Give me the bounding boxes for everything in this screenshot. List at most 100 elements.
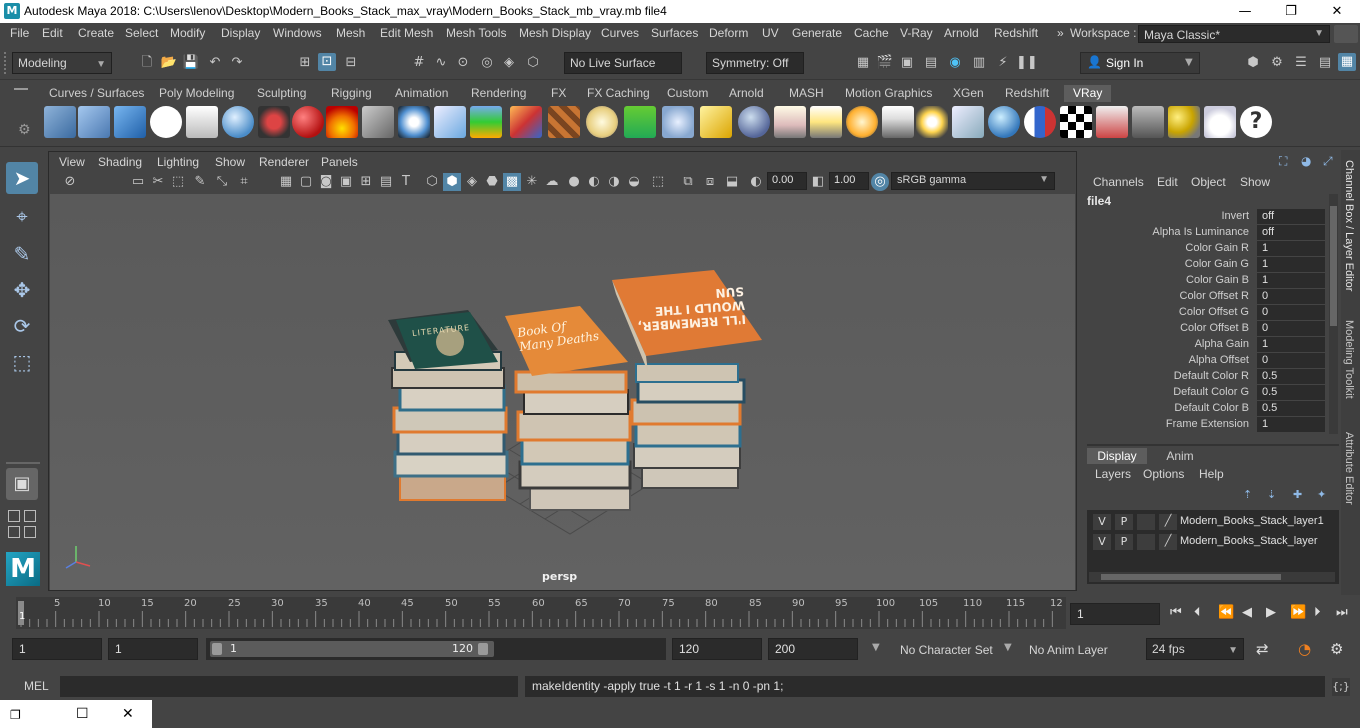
safe-title-icon[interactable]: T [397, 173, 415, 191]
shelf-tab-mash[interactable]: MASH [780, 85, 833, 102]
gear-icon[interactable]: ⚙ [18, 122, 31, 138]
grease-pencil-icon[interactable]: ✎ [191, 173, 209, 191]
paint-select-tool-icon[interactable]: ✎ [6, 238, 38, 270]
layer-name[interactable]: Modern_Books_Stack_layer1 [1180, 515, 1324, 527]
vray-clipper-icon[interactable] [662, 106, 694, 138]
shelf-tab-arnold[interactable]: Arnold [720, 85, 773, 102]
menu-deform[interactable]: Deform [709, 26, 748, 40]
current-frame-field[interactable]: 1 [1070, 603, 1160, 625]
vray-render-elements-icon[interactable] [1096, 106, 1128, 138]
use-all-lights-icon[interactable]: ✳ [523, 173, 541, 191]
layer-name[interactable]: Modern_Books_Stack_layer [1180, 535, 1318, 547]
layer-menu-help[interactable]: Help [1199, 467, 1224, 481]
layer-horizontal-scrollbar[interactable] [1089, 572, 1335, 582]
layer-playback-toggle[interactable]: P [1115, 514, 1133, 530]
channel-value[interactable]: 0.5 [1257, 401, 1325, 416]
vray-environment-fog-icon[interactable] [470, 106, 502, 138]
shelf-tab-custom[interactable]: Custom [658, 85, 717, 102]
channel-row[interactable]: Default Color R 0.5 [1083, 369, 1327, 385]
menu-display[interactable]: Display [221, 26, 260, 40]
layer-menu-options[interactable]: Options [1143, 467, 1184, 481]
maximize-button[interactable]: ❐ [1268, 0, 1314, 23]
shelf-tab-vray[interactable]: VRay [1064, 85, 1112, 102]
cube-display-icon[interactable]: ⬢ [1244, 54, 1262, 72]
channel-value[interactable]: 1 [1257, 273, 1325, 288]
viewport-menu-view[interactable]: View [59, 155, 85, 169]
channel-row[interactable]: Color Offset R 0 [1083, 289, 1327, 305]
channel-value[interactable]: 0 [1257, 353, 1325, 368]
single-view-layout-icon[interactable]: ▣ [6, 468, 38, 500]
snap-point-icon[interactable]: ⊙ [454, 54, 472, 72]
vray-fur-icon[interactable] [624, 106, 656, 138]
workspace-dropdown[interactable]: Maya Classic* ▼ [1138, 25, 1330, 43]
time-slider-track[interactable]: 1 5 10 15 20 25 30 35 40 45 50 55 60 65 … [16, 597, 1066, 629]
snap-view-plane-icon[interactable]: ◎ [478, 54, 496, 72]
vray-sphere-light-icon[interactable] [988, 106, 1020, 138]
vray-render-settings-icon[interactable] [44, 106, 76, 138]
side-tab-attribute-editor[interactable]: Attribute Editor [1343, 432, 1355, 505]
shelf-tab-rigging[interactable]: Rigging [322, 85, 381, 102]
two-d-pan-zoom-icon[interactable]: ⤡ [213, 173, 231, 191]
ambient-occlusion-icon[interactable]: ● [565, 173, 583, 191]
menu-edit-mesh[interactable]: Edit Mesh [380, 26, 433, 40]
gamma-icon[interactable]: ◧ [809, 173, 827, 191]
vray-dome-light-icon[interactable] [398, 106, 430, 138]
workspace-settings-icon[interactable] [1334, 25, 1358, 43]
channel-value[interactable]: 0.5 [1257, 369, 1325, 384]
shelf-tab-fx-caching[interactable]: FX Caching [578, 85, 659, 102]
channel-menu-object[interactable]: Object [1191, 175, 1226, 189]
channel-box-toggle-icon[interactable]: ▦ [1338, 53, 1356, 71]
camera-attributes-icon[interactable]: ▭ [129, 173, 147, 191]
vray-sphere-icon[interactable] [222, 106, 254, 138]
step-back-key-icon[interactable]: ⏪ [1218, 605, 1234, 620]
loop-icon[interactable]: ⇄ [1256, 640, 1269, 658]
xray-icon[interactable]: ⬣ [483, 173, 501, 191]
character-set-label[interactable]: No Character Set [900, 643, 993, 657]
vray-ies-light-icon[interactable] [882, 106, 914, 138]
rotate-tool-icon[interactable]: ⟳ [6, 310, 38, 342]
two-view-layout-icon[interactable] [24, 510, 36, 522]
menu-arnold[interactable]: Arnold [944, 26, 979, 40]
layer-row[interactable]: V P ╱ Modern_Books_Stack_layer1 [1087, 512, 1339, 532]
layer-visibility-toggle[interactable]: V [1093, 514, 1111, 530]
menu-windows[interactable]: Windows [273, 26, 322, 40]
layer-color-icon[interactable]: ╱ [1159, 514, 1177, 530]
exposure-field[interactable]: 0.00 [767, 172, 807, 190]
vray-rect-light-icon[interactable] [774, 106, 806, 138]
channel-row[interactable]: Frame Extension 1 [1083, 417, 1327, 433]
vray-curve-icon[interactable] [700, 106, 732, 138]
vray-texture-icon[interactable] [548, 106, 580, 138]
new-layer-selected-icon[interactable]: ✦ [1317, 488, 1326, 501]
wireframe-icon[interactable]: ⬡ [423, 173, 441, 191]
vray-sun-icon[interactable] [916, 106, 948, 138]
animation-start-field[interactable]: 1 [12, 638, 102, 660]
menu-surfaces[interactable]: Surfaces [651, 26, 698, 40]
move-tool-icon[interactable]: ✥ [6, 274, 38, 306]
open-scene-icon[interactable]: 📂 [160, 54, 178, 72]
bookmarks-icon[interactable]: ✂ [149, 173, 167, 191]
undo-icon[interactable]: ↶ [206, 54, 224, 72]
channel-row[interactable]: Alpha Gain 1 [1083, 337, 1327, 353]
shelf-menu-icon[interactable] [14, 88, 28, 90]
shelf-tab-redshift[interactable]: Redshift [996, 85, 1058, 102]
render-view-icon[interactable]: 🎬 [876, 54, 894, 72]
animation-end-field[interactable]: 200 [768, 638, 858, 660]
layer-row[interactable]: V P ╱ Modern_Books_Stack_layer [1087, 532, 1339, 552]
menu-mesh[interactable]: Mesh [336, 26, 365, 40]
layer-menu-layers[interactable]: Layers [1095, 467, 1131, 481]
playback-start-field[interactable]: 1 [108, 638, 198, 660]
script-language-label[interactable]: MEL [24, 679, 49, 693]
menu-select[interactable]: Select [125, 26, 158, 40]
viewport-menu-panels[interactable]: Panels [321, 155, 358, 169]
channel-row[interactable]: Color Gain B 1 [1083, 273, 1327, 289]
field-chart-icon[interactable]: ⊞ [357, 173, 375, 191]
vray-sky-icon[interactable] [434, 106, 466, 138]
tool-settings-icon[interactable]: ▤ [1316, 54, 1334, 72]
channel-row[interactable]: Invert off [1083, 209, 1327, 225]
script-editor-icon[interactable]: {;} [1332, 678, 1350, 696]
snap-grid-icon[interactable]: # [410, 54, 428, 72]
backface-culling-icon[interactable]: ⬓ [723, 173, 741, 191]
menu-curves[interactable]: Curves [601, 26, 639, 40]
modeling-toolkit-icon[interactable]: ⚙ [1268, 54, 1286, 72]
new-layer-icon[interactable]: ✚ [1293, 488, 1302, 501]
